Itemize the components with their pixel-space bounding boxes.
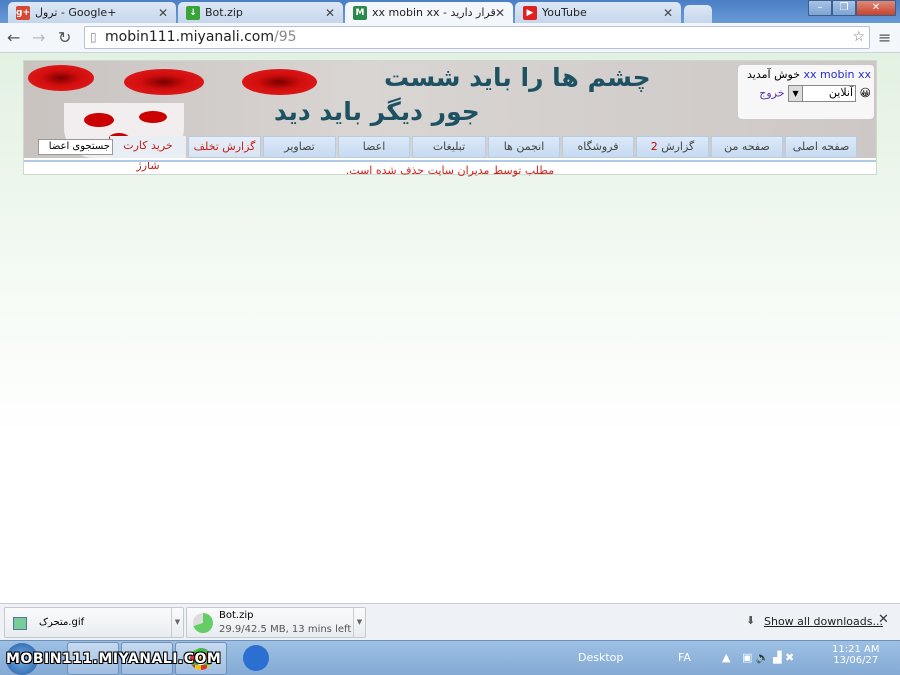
menu-members[interactable]: اعضا bbox=[338, 136, 410, 158]
url-host: mobin111.miyanali.com bbox=[105, 29, 274, 45]
miyanali-icon: M bbox=[353, 5, 367, 20]
image-file-icon bbox=[13, 617, 27, 630]
url-path: /95 bbox=[274, 29, 297, 45]
watermark: MOBIN111.MIYANALI.COM bbox=[6, 651, 222, 667]
download-arrow-icon: ⬇ bbox=[746, 614, 756, 627]
show-all-downloads-link[interactable]: Show all downloads... bbox=[764, 615, 883, 628]
close-tab-icon[interactable]: ✕ bbox=[663, 6, 673, 20]
report-count-badge: 2 bbox=[650, 140, 658, 153]
download-item[interactable]: Bot.zip 29.9/42.5 MB, 13 mins left ▼ bbox=[186, 607, 366, 638]
status-select[interactable]: آنلاین ▼ bbox=[788, 85, 857, 102]
app-icon[interactable] bbox=[243, 645, 269, 671]
close-tab-icon[interactable]: ✕ bbox=[325, 6, 335, 20]
tab-strip: g+ ترول - Google+ ✕ ↓ Bot.zip ✕ M xx mob… bbox=[0, 0, 900, 23]
deleted-message: مطلب توسط مدیران سایت حذف شده است. bbox=[24, 160, 876, 177]
download-shelf: متحرک.gif ▼ Bot.zip 29.9/42.5 MB, 13 min… bbox=[0, 603, 900, 640]
user-box: xx mobin xx خوش آمدید 😀 آنلاین ▼ خروج bbox=[738, 65, 874, 119]
chevron-down-icon[interactable]: ▼ bbox=[171, 608, 183, 637]
member-search-input[interactable]: جستجوی اعضا bbox=[38, 139, 113, 155]
download-icon: ↓ bbox=[186, 5, 200, 20]
google-plus-icon: g+ bbox=[16, 5, 30, 20]
youtube-icon: ▶ bbox=[523, 5, 537, 20]
menu-forums[interactable]: انجمن ها bbox=[488, 136, 560, 158]
tab-google-plus[interactable]: g+ ترول - Google+ ✕ bbox=[8, 2, 176, 23]
tab-title: xx mobin xx - در قرار دارید! bbox=[372, 6, 495, 19]
back-icon[interactable]: ← bbox=[7, 28, 20, 47]
clock[interactable]: 11:21 AM 13/06/27 bbox=[832, 644, 879, 666]
download-progress: 29.9/42.5 MB, 13 mins left bbox=[219, 624, 352, 635]
show-hidden-icons[interactable]: ▲ bbox=[722, 651, 730, 664]
tab-youtube[interactable]: ▶ YouTube ✕ bbox=[515, 2, 681, 23]
tab-title: ترول - Google+ bbox=[35, 6, 117, 19]
window-controls: – ❐ ✕ bbox=[808, 0, 896, 16]
download-filename: Bot.zip bbox=[219, 610, 254, 621]
tab-bot-zip[interactable]: ↓ Bot.zip ✕ bbox=[178, 2, 343, 23]
menu-home[interactable]: صفحه اصلی bbox=[785, 136, 857, 158]
main-menu: صفحه اصلی صفحه من گزارش 2 فروشگاه انجمن … bbox=[24, 136, 876, 172]
taskbar: MOBIN111.MIYANALI.COM Desktop FA ▲ ▣ 🔈 ▟… bbox=[0, 640, 900, 675]
slogan-line-1: چشم ها را باید شست bbox=[384, 63, 651, 92]
tray-icons[interactable]: ▣ 🔈 ▟ ✖ bbox=[742, 651, 794, 664]
menu-shop[interactable]: فروشگاه bbox=[562, 136, 634, 158]
page-icon: ▯ bbox=[90, 30, 97, 44]
download-filename: متحرک.gif bbox=[39, 617, 85, 628]
menu-my-page[interactable]: صفحه من bbox=[711, 136, 783, 158]
flower-image bbox=[28, 65, 94, 91]
chevron-down-icon: ▼ bbox=[789, 86, 804, 101]
minimize-button[interactable]: – bbox=[808, 0, 832, 16]
time: 11:21 AM bbox=[832, 644, 880, 655]
bookmark-star-icon[interactable]: ☆ bbox=[852, 27, 865, 48]
menu-ads[interactable]: تبلیغات bbox=[412, 136, 486, 158]
address-bar[interactable]: ▯ mobin111.miyanali.com/95 ☆ bbox=[84, 26, 870, 49]
flower-image bbox=[242, 69, 317, 95]
menu-report-abuse[interactable]: گزارش تخلف bbox=[188, 136, 261, 158]
close-tab-icon[interactable]: ✕ bbox=[158, 6, 168, 20]
menu-buy-charge[interactable]: خرید کارت شارژ bbox=[110, 136, 186, 172]
close-tab-icon[interactable]: ✕ bbox=[495, 6, 505, 20]
menu-images[interactable]: تصاویر bbox=[263, 136, 336, 158]
maximize-button[interactable]: ❐ bbox=[832, 0, 856, 16]
menu-reports[interactable]: گزارش 2 bbox=[636, 136, 709, 158]
page-content: چشم ها را باید شست جور دیگر باید دید xx … bbox=[0, 53, 900, 603]
tab-miyanali[interactable]: M xx mobin xx - در قرار دارید! ✕ bbox=[345, 2, 513, 23]
download-item[interactable]: متحرک.gif ▼ bbox=[4, 607, 184, 638]
reload-icon[interactable]: ↻ bbox=[58, 28, 71, 47]
close-window-button[interactable]: ✕ bbox=[856, 0, 896, 16]
username-link[interactable]: xx mobin xx bbox=[804, 68, 872, 81]
logout-link[interactable]: خروج bbox=[759, 87, 784, 100]
close-shelf-icon[interactable]: ✕ bbox=[878, 612, 889, 627]
smiley-icon: 😀 bbox=[859, 86, 871, 100]
browser-toolbar: ← → ↻ ▯ mobin111.miyanali.com/95 ☆ ≡ bbox=[0, 23, 900, 53]
site-container: چشم ها را باید شست جور دیگر باید دید xx … bbox=[23, 60, 877, 177]
language-indicator[interactable]: FA bbox=[678, 651, 691, 664]
flower-image bbox=[124, 69, 204, 95]
forward-icon[interactable]: → bbox=[32, 28, 45, 47]
tab-title: YouTube bbox=[542, 6, 587, 19]
desktop-toolbar[interactable]: Desktop bbox=[578, 651, 623, 664]
tab-title: Bot.zip bbox=[205, 6, 243, 19]
menu-icon[interactable]: ≡ bbox=[878, 28, 891, 47]
header-banner: چشم ها را باید شست جور دیگر باید دید xx … bbox=[24, 61, 876, 172]
date: 13/06/27 bbox=[833, 655, 879, 666]
archive-file-icon bbox=[193, 613, 213, 633]
welcome-text: خوش آمدید bbox=[747, 68, 800, 81]
new-tab-button[interactable] bbox=[684, 5, 712, 23]
slogan-line-2: جور دیگر باید دید bbox=[274, 97, 480, 126]
chevron-down-icon[interactable]: ▼ bbox=[353, 608, 365, 637]
